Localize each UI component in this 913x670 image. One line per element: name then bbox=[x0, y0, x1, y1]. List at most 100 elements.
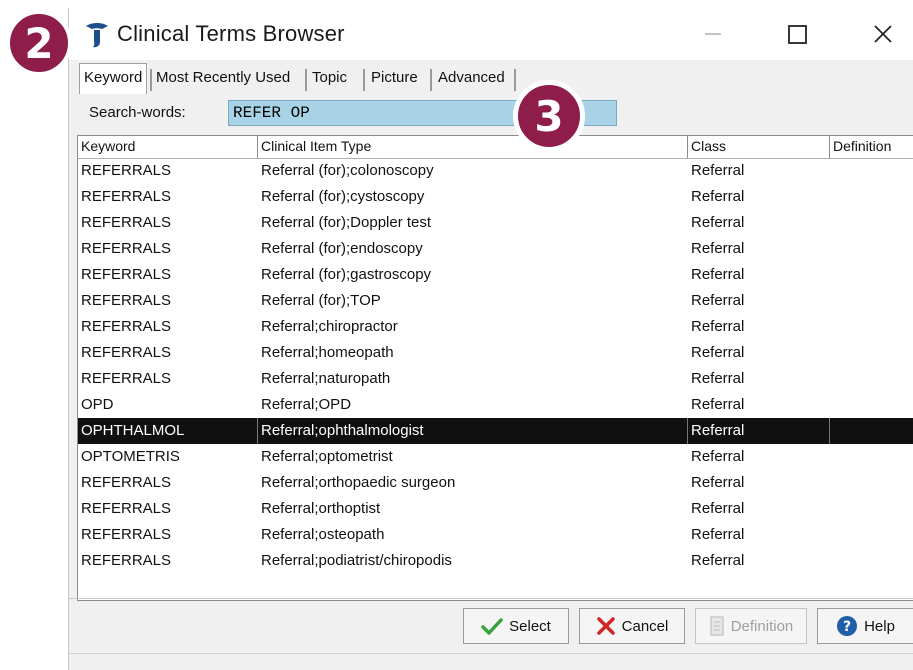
definition-cell bbox=[830, 548, 913, 574]
class-cell: Referral bbox=[691, 344, 745, 361]
close-icon bbox=[874, 25, 892, 43]
terms-grid: Keyword Clinical Item Type Class Definit… bbox=[77, 135, 913, 601]
maximize-button[interactable] bbox=[777, 16, 817, 52]
class-cell: Referral bbox=[691, 214, 745, 231]
step-badge-2: 2 bbox=[6, 10, 72, 76]
clinical-item-type-cell: Referral;ophthalmologist bbox=[258, 418, 688, 444]
table-row[interactable]: REFERRALS Referral (for);endoscopy Referra… bbox=[78, 236, 913, 262]
checkmark-icon bbox=[481, 618, 503, 635]
class-cell: Referral bbox=[691, 162, 745, 179]
clinical-item-type-cell: Referral (for);colonoscopy bbox=[261, 162, 434, 179]
keyword-cell: REFERRALS bbox=[81, 292, 172, 309]
tab-keyword[interactable]: Keyword bbox=[79, 63, 148, 94]
table-row[interactable]: REFERRALS Referral (for);TOP Referral bbox=[78, 288, 913, 314]
table-row[interactable]: REFERRALS Referral (for);gastroscopy Refer… bbox=[78, 262, 913, 288]
clinical-item-type-cell: Referral;podiatrist/chiropodis bbox=[261, 552, 452, 569]
table-row[interactable]: REFERRALS Referral (for);colonoscopy Refer… bbox=[78, 158, 913, 184]
keyword-cell: REFERRALS bbox=[81, 344, 172, 361]
clinical-item-type-cell: Referral (for);cystoscopy bbox=[261, 188, 425, 205]
class-cell: Referral bbox=[688, 418, 830, 444]
table-row[interactable]: OPTOMETRIS Referral;optometrist Referral bbox=[78, 444, 913, 470]
clinical-item-type-cell: Referral;osteopath bbox=[261, 526, 385, 543]
table-row[interactable]: REFERRALS Referral;homeopath Referral bbox=[78, 340, 913, 366]
grid-header: Keyword Clinical Item Type Class Definit… bbox=[78, 136, 913, 159]
table-row[interactable]: REFERRALS Referral (for);Doppler test Refe… bbox=[78, 210, 913, 236]
help-button-label: Help bbox=[864, 617, 895, 635]
class-cell: Referral bbox=[691, 396, 745, 413]
table-row[interactable]: OPD Referral;OPD Referral bbox=[78, 392, 913, 418]
clinical-item-type-cell: Referral;OPD bbox=[261, 396, 352, 413]
maximize-icon bbox=[788, 25, 807, 44]
table-row[interactable]: REFERRALS Referral;naturopath Referral bbox=[78, 366, 913, 392]
select-button-label: Select bbox=[509, 617, 551, 635]
definition-cell bbox=[830, 314, 913, 340]
search-words-label: Search-words: bbox=[89, 104, 186, 121]
keyword-cell: REFERRALS bbox=[81, 318, 172, 335]
definition-button[interactable]: Definition bbox=[695, 608, 807, 644]
class-cell: Referral bbox=[691, 500, 745, 517]
definition-cell bbox=[830, 340, 913, 366]
keyword-cell: REFERRALS bbox=[81, 552, 172, 569]
close-button[interactable] bbox=[863, 16, 903, 52]
minimize-button[interactable] bbox=[693, 16, 733, 52]
table-row[interactable]: REFERRALS Referral;osteopath Referral bbox=[78, 522, 913, 548]
clinical-item-type-cell: Referral;naturopath bbox=[261, 370, 391, 387]
definition-cell bbox=[830, 444, 913, 470]
footer-divider bbox=[69, 598, 913, 599]
class-cell: Referral bbox=[691, 474, 745, 491]
table-row[interactable]: REFERRALS Referral;chiropractor Referral bbox=[78, 314, 913, 340]
title-bar: Clinical Terms Browser bbox=[69, 8, 913, 60]
definition-cell bbox=[830, 522, 913, 548]
table-row[interactable]: REFERRALS Referral;podiatrist/chiropodis R… bbox=[78, 548, 913, 574]
keyword-cell: REFERRALS bbox=[81, 500, 172, 517]
tab-advanced[interactable]: Advanced bbox=[438, 66, 505, 94]
definition-cell bbox=[830, 470, 913, 496]
cancel-button-label: Cancel bbox=[621, 617, 669, 635]
table-row[interactable]: OPHTHALMOL Referral;ophthalmologist Referr… bbox=[78, 418, 913, 444]
tab-picture[interactable]: Picture bbox=[371, 66, 418, 94]
definition-cell bbox=[830, 496, 913, 522]
clinical-item-type-cell: Referral;homeopath bbox=[261, 344, 394, 361]
definition-cell bbox=[830, 210, 913, 236]
class-cell: Referral bbox=[691, 318, 745, 335]
select-button[interactable]: Select bbox=[463, 608, 569, 644]
keyword-cell: REFERRALS bbox=[81, 526, 172, 543]
clinical-item-type-cell: Referral;optometrist bbox=[261, 448, 393, 465]
clinical-item-type-cell: Referral (for);endoscopy bbox=[261, 240, 423, 257]
column-header-class[interactable]: Class bbox=[688, 136, 830, 158]
minimize-icon bbox=[705, 33, 721, 35]
clinical-item-type-cell: Referral;orthoptist bbox=[261, 500, 381, 517]
document-icon bbox=[710, 616, 724, 636]
class-cell: Referral bbox=[691, 240, 745, 257]
definition-cell bbox=[830, 158, 913, 184]
column-header-keyword[interactable]: Keyword bbox=[78, 136, 258, 158]
tab-separator bbox=[514, 69, 516, 91]
definition-cell bbox=[830, 236, 913, 262]
keyword-cell: REFERRALS bbox=[81, 474, 172, 491]
keyword-cell: OPD bbox=[81, 396, 114, 413]
tab-separator bbox=[150, 69, 152, 91]
definition-button-label: Definition bbox=[730, 617, 794, 635]
svg-text:?: ? bbox=[843, 619, 851, 635]
table-row[interactable]: REFERRALS Referral;orthopaedic surgeon Ref… bbox=[78, 470, 913, 496]
clinical-terms-window: Clinical Terms Browser Keyword Most Rece… bbox=[68, 8, 913, 670]
class-cell: Referral bbox=[691, 188, 745, 205]
keyword-cell: REFERRALS bbox=[81, 240, 172, 257]
clinical-item-type-cell: Referral (for);gastroscopy bbox=[261, 266, 432, 283]
table-row[interactable]: REFERRALS Referral (for);cystoscopy Referr… bbox=[78, 184, 913, 210]
clinical-item-type-cell: Referral (for);Doppler test bbox=[261, 214, 432, 231]
tab-most-recently-used[interactable]: Most Recently Used bbox=[156, 66, 290, 94]
tab-topic[interactable]: Topic bbox=[312, 66, 347, 94]
column-header-clinical-item-type[interactable]: Clinical Item Type bbox=[258, 136, 688, 158]
step-badge-3: 3 bbox=[513, 80, 585, 152]
table-row[interactable]: REFERRALS Referral;orthoptist Referral bbox=[78, 496, 913, 522]
keyword-cell: REFERRALS bbox=[81, 188, 172, 205]
keyword-cell: REFERRALS bbox=[81, 162, 172, 179]
class-cell: Referral bbox=[691, 266, 745, 283]
column-header-definition[interactable]: Definition bbox=[830, 136, 913, 158]
cancel-button[interactable]: Cancel bbox=[579, 608, 685, 644]
window-title: Clinical Terms Browser bbox=[117, 21, 345, 46]
help-button[interactable]: ? Help bbox=[817, 608, 913, 644]
keyword-cell: OPHTHALMOL bbox=[78, 418, 258, 444]
definition-cell bbox=[830, 418, 913, 444]
